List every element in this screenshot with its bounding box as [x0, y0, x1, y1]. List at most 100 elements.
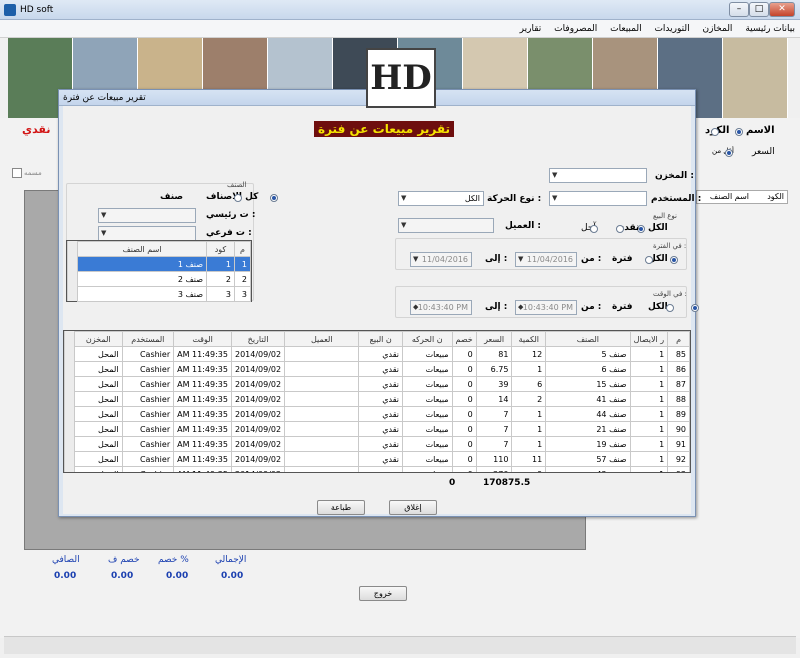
time-from-picker[interactable]: ◆ 10:43:40 PM [515, 300, 577, 315]
sub-category-label: ت فرعي : [206, 228, 252, 238]
report-cell: صنف 44 [545, 406, 631, 422]
report-cell: 2014/09/02 [230, 436, 286, 452]
report-cell: مبيعات [401, 421, 453, 437]
chevron-down-icon: ▼ [101, 229, 107, 237]
time-to-picker[interactable]: ◆ 10:43:40 PM [410, 300, 472, 315]
item-row[interactable]: 2 2 صنف 2 [77, 271, 251, 287]
date-from-picker[interactable]: ▼ 11/04/2016 [515, 252, 577, 267]
report-cell: 11:49:35 AM [173, 421, 232, 437]
window-titlebar: HD soft – □ ✕ [0, 0, 800, 20]
name-radio[interactable] [735, 127, 743, 136]
report-cell: المحل [74, 406, 123, 422]
period-all-radio[interactable] [669, 255, 678, 264]
report-col-header: الكمية [511, 331, 547, 347]
time-all-radio[interactable] [691, 303, 700, 312]
saletype-group-label: نوع البيع [653, 212, 677, 220]
period-range-radio[interactable] [644, 255, 653, 264]
maximize-button[interactable]: □ [749, 2, 769, 17]
all-items-radio[interactable] [270, 193, 279, 202]
report-row[interactable]: 90 1 صنف 21 1 7 0 مبيعات نقدي 2014/09/02 11:49:35… [74, 421, 690, 437]
report-col-header: التاريخ [230, 331, 286, 347]
movetype-label: نوع الحركة : [487, 194, 542, 204]
report-row[interactable]: 931صنف 4392700مبيعاتنقدي 2014/09/0211:49:… [74, 466, 690, 472]
report-cell: 11:49:35 AM [173, 361, 232, 377]
menu-expenses[interactable]: المصروفات [549, 20, 602, 38]
report-table: مر الايصال الصنف الكمية السعر خصم ن الحركه ن ا… [74, 331, 690, 472]
chevron-down-icon: ▼ [552, 194, 558, 202]
report-col-header: العميل [284, 331, 360, 347]
menu-reports[interactable]: تقارير [515, 20, 547, 38]
report-cell: 0 [451, 406, 477, 422]
report-cell: 0 [451, 451, 477, 467]
time-range-label: فترة [612, 302, 633, 312]
date-to-value: 11/04/2016 [421, 255, 468, 264]
saletype-all-label: الكل [648, 223, 668, 233]
report-row[interactable]: 88 1 صنف 41 2 14 0 مبيعات نقدي 2014/09/02 11:49:3… [74, 391, 690, 407]
report-row[interactable]: 85 1 صنف 5 12 81 0 مبيعات نقدي 2014/09/02 11:49:3… [74, 346, 690, 362]
menu-supplies[interactable]: التوريدات [649, 20, 694, 38]
menu-main-data[interactable]: بيانات رئيسية [740, 20, 800, 38]
report-cell: 11:49:35 AM [173, 346, 232, 362]
customer-combo[interactable]: ▼ [398, 218, 494, 233]
report-row[interactable]: 92 1 صنف 57 11 110 0 مبيعات نقدي 2014/09/02 11:49… [74, 451, 690, 467]
report-row[interactable]: 89 1 صنف 44 1 7 0 مبيعات نقدي 2014/09/02 11:49:35… [74, 406, 690, 422]
report-cell: 14 [475, 391, 513, 407]
discount-pct-label: خصم % [158, 555, 189, 565]
close-button[interactable]: ✕ [769, 2, 795, 17]
menu-stores[interactable]: المخازن [697, 20, 737, 38]
print-button[interactable]: طباعة [317, 500, 365, 515]
spinner-icon: ◆ [518, 303, 524, 311]
store-combo[interactable]: ▼ [549, 168, 647, 183]
sub-category-combo[interactable]: ▼ [98, 226, 196, 241]
exit-button[interactable]: خروج [359, 586, 407, 601]
item-row-selected[interactable]: 1 1 صنف 1 [77, 256, 251, 272]
sales-report-dialog: تقرير مبيعات عن فترة تقرير مبيعات عن فتر… [58, 89, 701, 517]
report-cell: 1 [629, 421, 669, 437]
report-cell: 0 [451, 466, 477, 472]
movetype-combo[interactable]: ▼ الكل [398, 191, 484, 206]
report-cell: 87 [667, 376, 690, 392]
report-table-scrollbar[interactable] [64, 331, 74, 472]
report-cell: مبيعات [401, 406, 453, 422]
report-cell: 11:49:35 AM [173, 466, 232, 472]
time-all-label: الكل [648, 302, 668, 312]
menu-sales[interactable]: المبيعات [605, 20, 646, 38]
report-col-header: خصم [451, 331, 477, 347]
report-row[interactable]: 91 1 صنف 19 1 7 0 مبيعات نقدي 2014/09/02 11:49:35… [74, 436, 690, 452]
report-row[interactable]: 87 1 صنف 15 6 39 0 مبيعات نقدي 2014/09/02 11:49:3… [74, 376, 690, 392]
chevron-down-icon: ▼ [401, 194, 407, 202]
total-label: الإجمالي [215, 555, 247, 565]
report-cell: 2014/09/02 [230, 376, 286, 392]
net-label: الصافي [52, 555, 80, 565]
time-group-label: في الوقت : [653, 290, 687, 298]
date-to-picker[interactable]: ▼ 11/04/2016 [410, 252, 472, 267]
report-cell: مبيعات [401, 466, 453, 472]
report-cell: 12 [511, 346, 547, 362]
time-range-radio[interactable] [666, 303, 675, 312]
report-cell: 0 [451, 436, 477, 452]
item-cell: صنف 3 [77, 286, 207, 302]
report-row[interactable]: 86 1 صنف 6 1 6.75 0 مبيعات نقدي 2014/09/02 11:49:… [74, 361, 690, 377]
saletype-cash-radio[interactable] [615, 224, 624, 233]
chevron-down-icon: ▼ [413, 255, 419, 263]
item-option-radio[interactable] [234, 193, 242, 202]
report-col-header: ن البيع [358, 331, 403, 347]
report-col-header: الصنف [545, 331, 631, 347]
net-value: 0.00 [54, 571, 77, 581]
item-checkbox[interactable] [12, 168, 22, 178]
item-table-scrollbar[interactable] [67, 241, 77, 301]
minimize-button[interactable]: – [729, 2, 749, 17]
lessthan-radio[interactable] [724, 148, 733, 157]
cash-label: نقدي [22, 123, 51, 136]
close-report-button[interactable]: إغلاق [389, 500, 437, 515]
report-cell: 1 [629, 466, 669, 472]
item-table-box: م كود اسم الصنف 1 1 صنف 1 2 2 صنف 2 3 3 صنف 3 [66, 240, 252, 302]
item-row[interactable]: 3 3 صنف 3 [77, 286, 251, 302]
report-cell: مبيعات [401, 451, 453, 467]
main-category-combo[interactable]: ▼ [98, 208, 196, 223]
report-cell: صنف 21 [545, 421, 631, 437]
saletype-credit-radio[interactable] [589, 224, 598, 233]
report-cell: 6.75 [475, 361, 513, 377]
user-combo[interactable]: ▼ [549, 191, 647, 206]
code-radio[interactable] [710, 127, 719, 136]
